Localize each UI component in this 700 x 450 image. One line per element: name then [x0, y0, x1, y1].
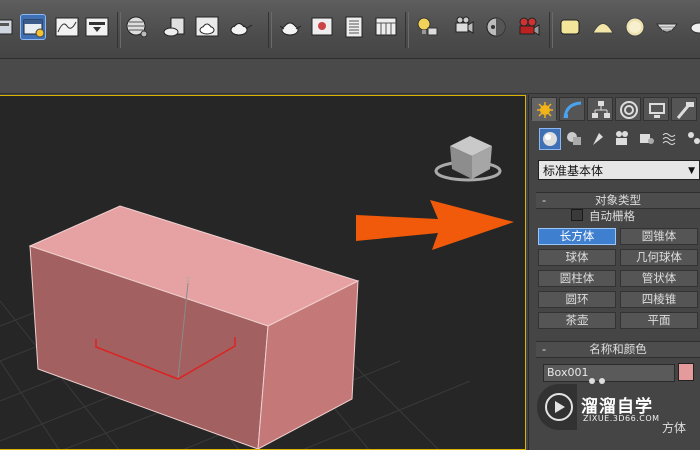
dome-icon[interactable] [590, 14, 616, 40]
bowl-icon[interactable] [654, 14, 680, 40]
camera-icon[interactable] [451, 14, 477, 40]
utilities-tab[interactable] [671, 97, 697, 121]
box-button[interactable]: 长方体 [538, 228, 616, 245]
cone-button[interactable]: 圆锥体 [620, 228, 698, 245]
render-to-texture-icon[interactable] [341, 14, 367, 40]
create-tab[interactable] [531, 97, 557, 121]
autogrid-checkbox[interactable]: 自动栅格 [571, 209, 635, 223]
perspective-viewport[interactable]: z [0, 95, 526, 450]
object-type-rollout-header[interactable]: - 对象类型 [536, 192, 700, 209]
box-object [28, 205, 360, 449]
display-tab[interactable] [643, 97, 669, 121]
checkbox-box [571, 209, 583, 221]
render-iterative-icon[interactable] [228, 14, 254, 40]
geosphere-button[interactable]: 几何球体 [620, 249, 698, 266]
modify-tab[interactable] [559, 97, 585, 121]
toolbar-separator [549, 12, 553, 48]
orange-arrow-annotation [356, 200, 514, 250]
view-cube[interactable] [434, 136, 502, 182]
half-sphere-icon[interactable] [483, 14, 509, 40]
environment-icon[interactable] [309, 14, 335, 40]
teapot-render-icon[interactable] [277, 14, 303, 40]
toolbar-separator [268, 12, 272, 48]
cylinder-button[interactable]: 圆柱体 [538, 270, 616, 287]
teapot-button[interactable]: 茶壶 [538, 312, 616, 329]
render-frame-icon[interactable] [161, 14, 187, 40]
gizmo-axis-label: z [186, 275, 190, 284]
secondary-toolbar [0, 59, 700, 94]
light-bulb-icon[interactable] [413, 14, 439, 40]
watermark-url: ZIXUE.3D66.COM [583, 414, 660, 423]
motion-tab[interactable] [615, 97, 641, 121]
toolbar-separator [405, 12, 409, 48]
helpers-icon[interactable] [636, 128, 658, 150]
plane-button[interactable]: 平面 [620, 312, 698, 329]
render-setup-icon[interactable] [0, 14, 16, 40]
rollout-title: 名称和颜色 [589, 342, 647, 356]
category-dropdown-value: 标准基本体 [543, 164, 604, 178]
hierarchy-tab[interactable] [587, 97, 613, 121]
name-and-color-rollout-header[interactable]: - 名称和颜色 [536, 341, 700, 358]
sphere-button[interactable]: 球体 [538, 249, 616, 266]
torus-button[interactable]: 圆环 [538, 291, 616, 308]
render-production-icon[interactable] [194, 14, 220, 40]
autogrid-label: 自动栅格 [589, 209, 635, 223]
rollout-title: 对象类型 [595, 193, 641, 207]
collapse-toggle: - [542, 342, 547, 356]
pyramid-button[interactable]: 四棱锥 [620, 291, 698, 308]
plane-icon[interactable] [557, 14, 583, 40]
toolbar-separator [117, 12, 121, 48]
main-toolbar [0, 0, 700, 59]
curve-editor-icon[interactable] [54, 14, 80, 40]
teapot-small-icon[interactable] [686, 14, 700, 40]
shapes-icon[interactable] [564, 128, 586, 150]
geometry-icon[interactable] [539, 128, 561, 150]
lights-icon[interactable] [588, 128, 610, 150]
object-color-swatch[interactable] [678, 363, 694, 381]
watermark-logo-icon [537, 384, 577, 430]
rendered-frame-window-icon[interactable] [20, 14, 46, 40]
viewport-scene: z [0, 136, 502, 449]
video-camera-icon[interactable] [516, 14, 542, 40]
cameras-icon[interactable] [612, 128, 634, 150]
collapse-toggle: - [542, 193, 547, 207]
render-region-icon[interactable] [373, 14, 399, 40]
partial-label: 方体 [662, 421, 687, 435]
category-dropdown[interactable]: 标准基本体 ▼ [538, 160, 700, 180]
chevron-down-icon: ▼ [688, 166, 695, 176]
sphere-icon[interactable] [622, 14, 648, 40]
material-editor-icon[interactable] [124, 14, 150, 40]
watermark: 溜溜自学 ZIXUE.3D66.COM [537, 384, 663, 430]
tube-button[interactable]: 管状体 [620, 270, 698, 287]
dope-sheet-icon[interactable] [84, 14, 110, 40]
space-warps-icon[interactable] [660, 128, 682, 150]
systems-icon[interactable] [684, 128, 700, 150]
